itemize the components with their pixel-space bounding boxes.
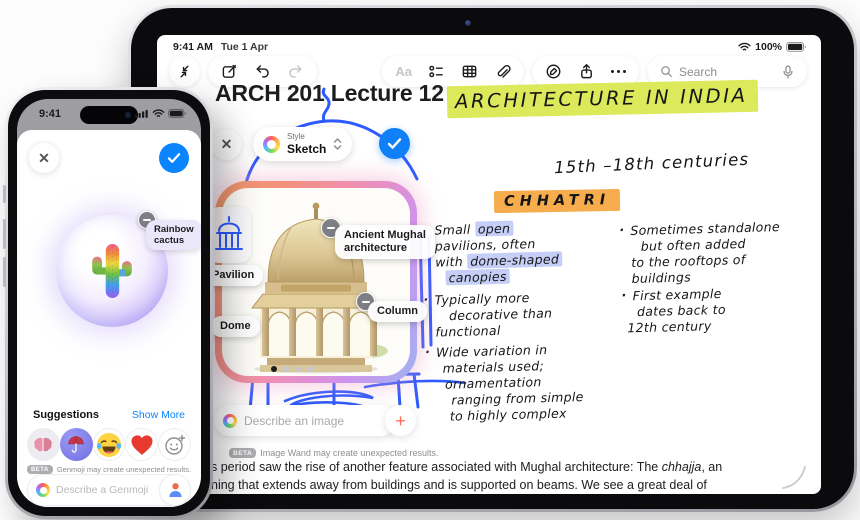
genmoji-close-button[interactable]: ✕ [29,143,59,173]
close-icon: ✕ [38,149,50,166]
image-wand-beta-note: BETA Image Wand may create unexpected re… [229,448,438,458]
page-curl [782,466,806,489]
handwritten-bullet: Wide variation in materials used; orname… [436,341,584,425]
laughing-face-icon [96,432,122,457]
image-tag-column[interactable]: Column [368,301,427,322]
ipad-status-bar-right: 100% [738,41,807,53]
checkmark-icon [387,138,402,149]
search-placeholder: Search [679,64,718,79]
handwritten-title: ARCHITECTURE IN INDIA [446,79,758,119]
notes-app: 9:41 AM Tue 1 Apr 100% Aa Search ARCH 20… [157,35,821,494]
text-format-button[interactable]: Aa [395,64,412,79]
image-wand-icon [223,413,237,428]
share-icon[interactable] [578,63,595,80]
chevron-up-down-icon [334,138,342,150]
image-wand-accept-button[interactable] [379,128,410,159]
power-button[interactable] [212,237,215,281]
ipad-bezel: 9:41 AM Tue 1 Apr 100% Aa Search ARCH 20… [131,8,854,509]
wifi-icon [152,109,165,117]
add-emoji-icon [164,434,185,455]
volume-up-button[interactable] [3,219,6,249]
image-variant-dots[interactable] [271,366,313,372]
rainbow-cactus-emoji [92,244,132,298]
more-options-button[interactable] [611,70,626,73]
search-icon [661,66,672,77]
paperclip-icon[interactable] [494,63,511,80]
genmoji-accept-button[interactable] [159,143,189,173]
suggestions-title: Suggestions [33,409,100,421]
image-tag-mughal[interactable]: Ancient Mughal architecture [335,225,435,259]
genmoji-tag[interactable]: Rainbow cactus [146,220,201,250]
suggestion-row [27,428,191,461]
style-rainbow-icon [263,135,280,153]
cellular-icon [135,109,148,118]
battery-icon [168,109,186,118]
style-dropdown[interactable]: Style Sketch [253,127,353,161]
brain-emoji-button[interactable] [27,428,60,461]
undo-icon[interactable] [254,63,271,80]
collapse-button[interactable] [169,56,200,87]
brain-icon [34,437,53,451]
collapse-arrows-icon [180,65,189,78]
handwritten-bullet: Sometimes standalone but often added to … [630,219,781,287]
iphone-status-time: 9:41 [39,108,62,120]
genmoji-icon [36,483,50,497]
note-title[interactable]: ARCH 201 Lecture 12 [215,80,444,107]
note-body-text[interactable]: s period saw the rise of another feature… [211,459,821,494]
checkmark-icon [167,153,181,163]
front-camera [125,112,131,118]
minus-icon [327,227,335,229]
ipad-battery-percent: 100% [755,41,782,53]
ipad-device: 9:41 AM Tue 1 Apr 100% Aa Search ARCH 20… [128,5,857,512]
genmoji-app: 9:41 ✕ Rainbow cactus Suggestions Show M… [17,99,201,507]
ipad-front-camera [465,20,471,26]
ipad-status-date: Tue 1 Apr [220,41,269,53]
handwritten-subtitle: 15th –18th centuries [553,149,750,178]
person-icon [168,483,182,498]
describe-genmoji-placeholder: Describe a Genmoji [56,484,149,496]
checklist-icon[interactable] [428,63,445,80]
ipad-status-bar-left: 9:41 AM Tue 1 Apr [173,41,268,53]
umbrella-emoji-button[interactable] [59,428,93,461]
image-tag-dome[interactable]: Dome [211,316,260,337]
redo-icon[interactable] [287,63,304,80]
laughing-emoji-button[interactable] [93,428,126,461]
describe-image-placeholder: Describe an image [244,413,345,428]
page-canvas: 9:41 AM Tue 1 Apr 100% Aa Search ARCH 20… [0,0,860,520]
close-icon: ✕ [220,136,233,152]
dynamic-island [80,106,138,124]
handwritten-heading: CHHATRI [493,188,621,214]
compose-icon[interactable] [221,63,238,80]
volume-down-button[interactable] [3,257,6,287]
ipad-status-time: 9:41 AM [173,41,213,53]
iphone-bezel: 9:41 ✕ Rainbow cactus Suggestions Show M… [8,90,210,516]
iphone-status-icons [135,109,187,118]
umbrella-icon [68,436,84,453]
add-image-button[interactable]: + [385,405,416,436]
handwritten-bullet: Small open pavilions, often with dome-sh… [434,219,563,286]
image-wand-close-button[interactable]: ✕ [211,129,242,160]
battery-icon [786,42,806,52]
genmoji-sheet: ✕ Rainbow cactus Suggestions Show More B… [17,130,201,507]
show-more-link[interactable]: Show More [132,409,185,421]
describe-image-input[interactable]: Describe an image [214,405,396,436]
heart-emoji-button[interactable] [125,428,158,461]
wifi-icon [738,42,751,51]
genmoji-beta-note: BETA Genmoji may create unexpected resul… [17,465,201,474]
table-icon[interactable] [461,63,478,80]
style-label: Style [287,132,305,141]
minus-icon [361,300,370,303]
iphone-device: 9:41 ✕ Rainbow cactus Suggestions Show M… [3,87,215,519]
action-button[interactable] [3,185,6,203]
markup-pen-icon[interactable] [545,63,562,80]
microphone-icon[interactable] [782,65,794,79]
heart-icon [131,434,153,455]
people-button[interactable] [160,475,190,505]
handwritten-bullet: Typically more decorative than functiona… [434,289,553,340]
handwritten-bullet: First example dates back to 12th century [627,286,726,336]
style-value: Sketch [287,142,327,156]
add-emoji-button[interactable] [158,428,191,461]
